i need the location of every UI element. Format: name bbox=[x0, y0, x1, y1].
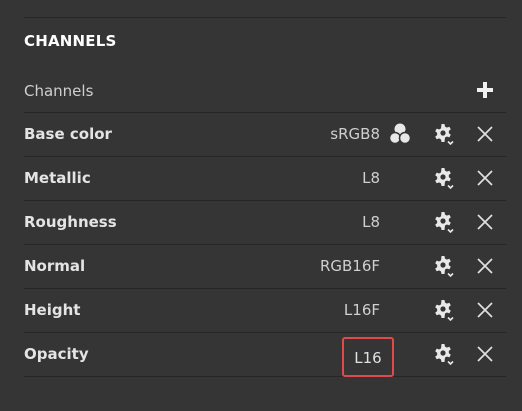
channels-header: Channels bbox=[24, 69, 506, 113]
channel-row-height: Height L16F bbox=[24, 289, 506, 333]
channel-row-opacity: Opacity L16 bbox=[24, 333, 506, 377]
close-icon[interactable] bbox=[476, 125, 494, 143]
gear-dropdown-icon[interactable] bbox=[432, 343, 456, 367]
channel-format: L16 bbox=[354, 349, 382, 367]
channel-format[interactable]: sRGB8 bbox=[330, 125, 380, 143]
channel-row-roughness: Roughness L8 bbox=[24, 201, 506, 245]
divider bbox=[24, 17, 506, 18]
channels-panel: CHANNELS Channels Base color sRGB8 Metal… bbox=[0, 0, 522, 411]
gear-dropdown-icon[interactable] bbox=[432, 123, 456, 147]
channel-name: Height bbox=[24, 301, 81, 319]
channel-format[interactable]: L8 bbox=[362, 169, 380, 187]
gear-dropdown-icon[interactable] bbox=[432, 211, 456, 235]
channel-format-highlighted[interactable]: L16 bbox=[342, 337, 394, 377]
channels-list: Channels Base color sRGB8 Metallic L8 Ro… bbox=[24, 69, 506, 377]
channel-name: Metallic bbox=[24, 169, 91, 187]
gear-dropdown-icon[interactable] bbox=[432, 299, 456, 323]
close-icon[interactable] bbox=[476, 257, 494, 275]
channel-format[interactable]: L8 bbox=[362, 213, 380, 231]
channel-row-normal: Normal RGB16F bbox=[24, 245, 506, 289]
close-icon[interactable] bbox=[476, 169, 494, 187]
channel-format[interactable]: RGB16F bbox=[320, 257, 380, 275]
close-icon[interactable] bbox=[476, 213, 494, 231]
close-icon[interactable] bbox=[476, 301, 494, 319]
close-icon[interactable] bbox=[476, 345, 494, 363]
channel-row-metallic: Metallic L8 bbox=[24, 157, 506, 201]
gear-dropdown-icon[interactable] bbox=[432, 255, 456, 279]
channels-header-label: Channels bbox=[24, 82, 94, 100]
color-management-icon[interactable] bbox=[388, 122, 412, 146]
channel-format[interactable]: L16F bbox=[344, 301, 380, 319]
channel-name: Opacity bbox=[24, 345, 89, 363]
channel-name: Base color bbox=[24, 125, 112, 143]
gear-dropdown-icon[interactable] bbox=[432, 167, 456, 191]
add-channel-button[interactable] bbox=[476, 81, 494, 99]
channel-name: Roughness bbox=[24, 213, 117, 231]
section-title: CHANNELS bbox=[24, 32, 117, 50]
channel-row-base-color: Base color sRGB8 bbox=[24, 113, 506, 157]
channel-name: Normal bbox=[24, 257, 86, 275]
